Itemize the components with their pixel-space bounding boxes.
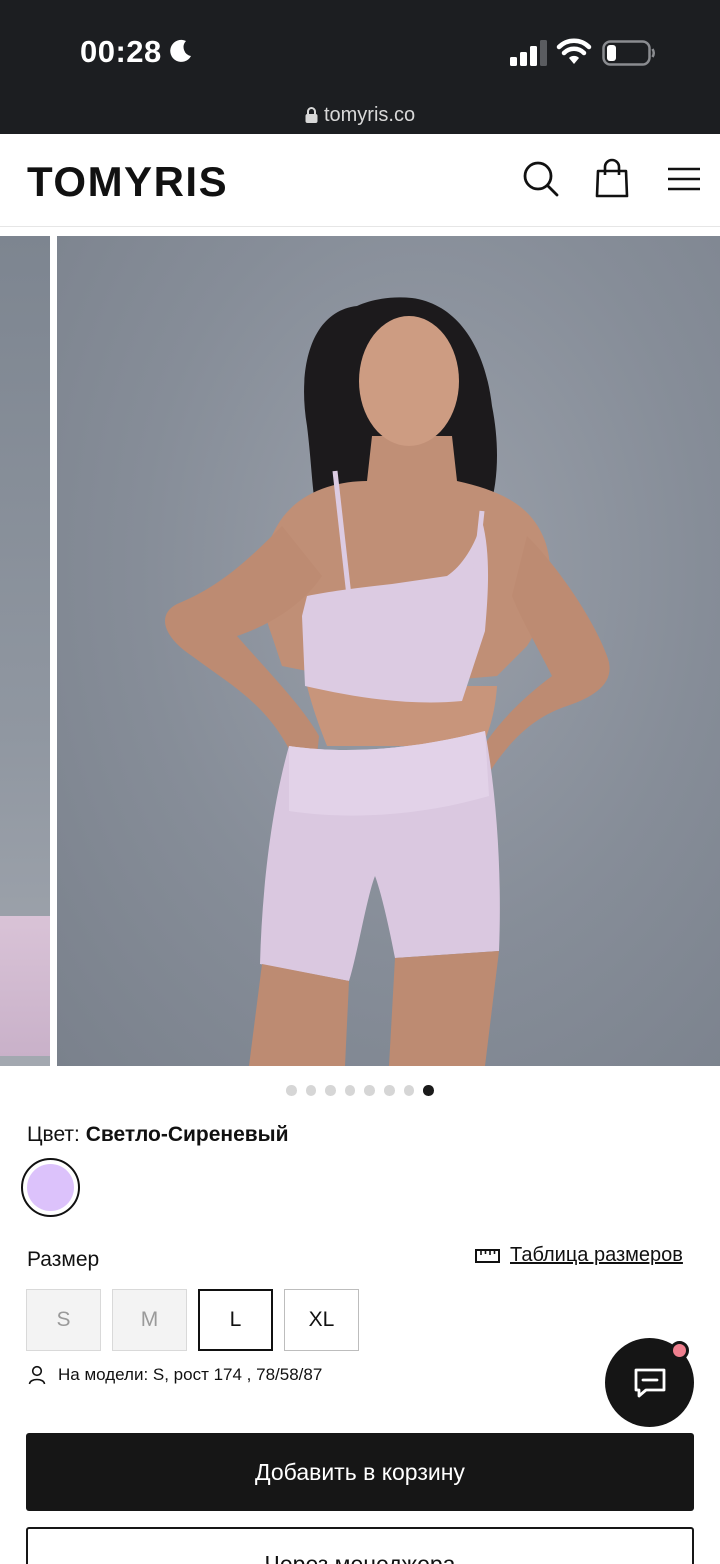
carousel-dot[interactable]: [305, 1085, 317, 1096]
status-bar: 00:28 tomyris.co: [0, 0, 720, 134]
model-info-text: На модели: S, рост 174 , 78/58/87: [58, 1365, 323, 1384]
site-header: TOMYRIS: [0, 134, 720, 227]
carousel-dot[interactable]: [325, 1085, 336, 1096]
size-chart-text: Таблица размеров: [510, 1244, 683, 1266]
add-to-cart-button[interactable]: Добавить в корзину: [26, 1433, 694, 1511]
size-options: S M L XL: [26, 1289, 359, 1351]
color-swatch-light-lilac[interactable]: [21, 1158, 80, 1217]
carousel-dot[interactable]: [344, 1085, 356, 1096]
product-image[interactable]: [57, 236, 720, 1066]
size-option-xl[interactable]: XL: [284, 1289, 359, 1351]
color-selection: Цвет: Светло-Сиреневый: [27, 1123, 289, 1147]
hamburger-menu-icon[interactable]: [664, 158, 704, 200]
previous-product-image[interactable]: [0, 236, 50, 1066]
size-label: Размер: [27, 1248, 100, 1271]
ruler-icon: [475, 1248, 500, 1263]
person-icon: [28, 1365, 46, 1385]
product-image-gallery[interactable]: [0, 236, 720, 1066]
carousel-dot[interactable]: [286, 1085, 297, 1096]
carousel-dot[interactable]: [383, 1085, 395, 1096]
chat-notification-badge: [670, 1341, 689, 1360]
status-time: 00:28: [80, 34, 162, 69]
wifi-icon: [556, 38, 592, 64]
size-option-l[interactable]: L: [198, 1289, 273, 1351]
battery-icon: [602, 40, 655, 66]
url-text: tomyris.co: [323, 104, 416, 126]
previous-image-garment: [0, 916, 50, 1056]
size-chart-link[interactable]: Таблица размеров: [475, 1244, 683, 1267]
address-bar[interactable]: tomyris.co: [0, 104, 720, 127]
color-value: Светло-Сиреневый: [85, 1123, 289, 1146]
swatch-fill: [27, 1164, 74, 1211]
size-option-s[interactable]: S: [26, 1289, 101, 1351]
model-info: На модели: S, рост 174 , 78/58/87: [28, 1365, 322, 1385]
size-option-m[interactable]: M: [112, 1289, 187, 1351]
model-photo: [165, 297, 610, 1066]
carousel-dots[interactable]: [286, 1085, 434, 1097]
order-via-manager-button[interactable]: Через менеджера: [26, 1527, 694, 1564]
moon-icon: [170, 39, 191, 62]
shopping-bag-icon[interactable]: [592, 158, 632, 200]
brand-logo[interactable]: TOMYRIS: [27, 158, 228, 206]
carousel-dot[interactable]: [423, 1085, 434, 1096]
carousel-dot[interactable]: [403, 1085, 415, 1096]
chat-bubble-icon: [634, 1368, 665, 1397]
signal-icon: [510, 40, 547, 66]
carousel-dot[interactable]: [364, 1085, 375, 1096]
search-icon[interactable]: [521, 158, 561, 200]
color-label: Цвет:: [27, 1123, 80, 1146]
lock-icon: [305, 107, 318, 123]
